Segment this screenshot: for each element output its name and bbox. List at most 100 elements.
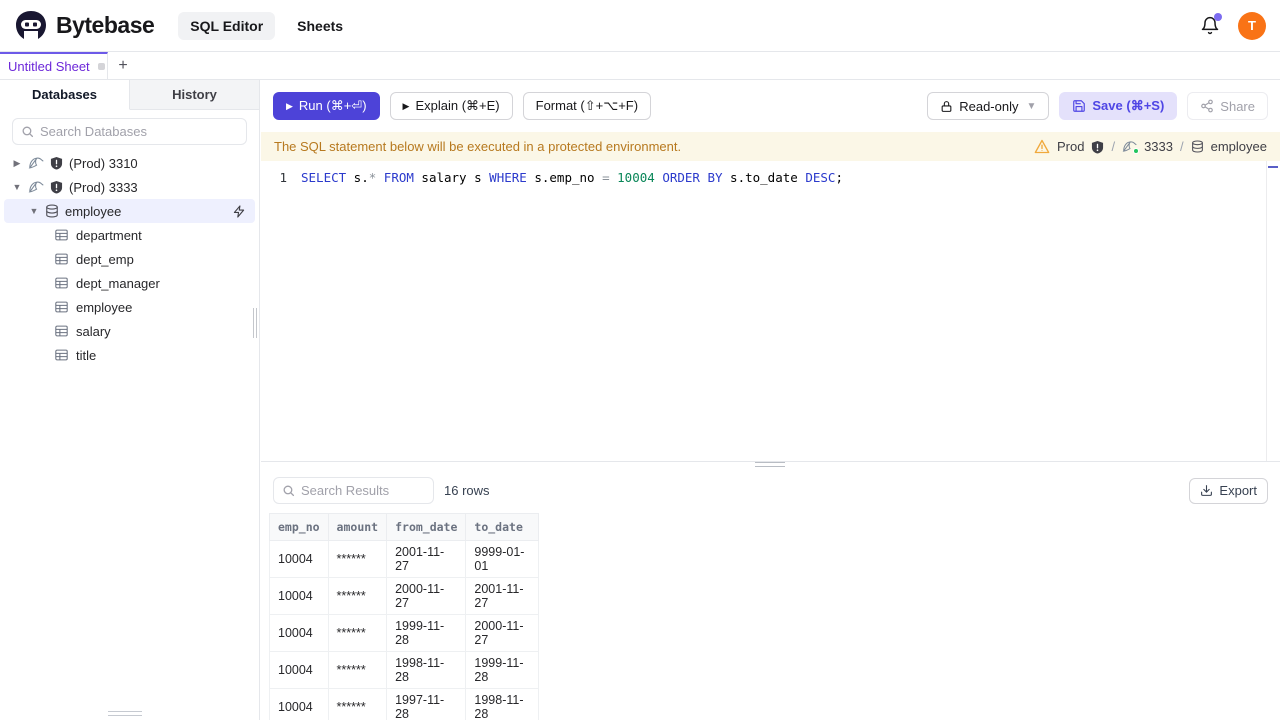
readonly-mode-button[interactable]: Read-only ▼: [927, 92, 1050, 120]
database-label: employee: [65, 203, 122, 219]
database-employee[interactable]: ▼ employee: [4, 199, 255, 223]
sql-code-editor[interactable]: 1 SELECT s.* FROM salary s WHERE s.emp_n…: [261, 161, 1280, 462]
database-label[interactable]: employee: [1211, 139, 1267, 154]
table-item[interactable]: dept_manager: [0, 271, 259, 295]
table-item[interactable]: salary: [0, 319, 259, 343]
table-label: salary: [76, 323, 111, 339]
notifications-button[interactable]: [1200, 12, 1222, 36]
export-button[interactable]: Export: [1189, 477, 1268, 504]
table-label: dept_manager: [76, 275, 160, 291]
table-cell: 2001-11-27: [386, 540, 467, 578]
sidebar-hscrollbar[interactable]: [108, 711, 142, 716]
connection-breadcrumb: Prod / 3333 / employee: [1034, 139, 1267, 154]
connect-zap-icon[interactable]: [233, 204, 245, 218]
sidebar-resize-handle[interactable]: [252, 308, 258, 338]
table-cell: 10004: [269, 688, 329, 720]
table-item[interactable]: department: [0, 223, 259, 247]
sidebar: Databases History ▶: [0, 80, 260, 720]
table-row[interactable]: 10004 ****** 2001-11-27 9999-01-01: [269, 540, 540, 578]
table-label: dept_emp: [76, 251, 134, 267]
protected-environment-banner: The SQL statement below will be executed…: [261, 132, 1280, 161]
save-button[interactable]: Save (⌘+S): [1059, 92, 1178, 120]
results-toolbar: 16 rows Export: [261, 468, 1280, 513]
table-row[interactable]: 10004 ****** 1997-11-28 1998-11-28: [269, 688, 540, 720]
row-count: 16 rows: [444, 483, 490, 498]
caret-right-icon[interactable]: ▶: [12, 158, 22, 169]
table-icon: [55, 277, 68, 289]
instance-prod-3333[interactable]: ▼ (Prod) 3333: [0, 175, 259, 199]
column-header[interactable]: from_date: [386, 513, 467, 541]
search-icon: [21, 125, 34, 138]
table-cell: 1999-11-28: [386, 614, 467, 652]
sql-statement: SELECT s.* FROM salary s WHERE s.emp_no …: [301, 170, 843, 185]
bytebase-logo[interactable]: Bytebase: [14, 9, 155, 43]
table-icon: [55, 253, 68, 265]
chevron-down-icon: ▼: [1026, 100, 1037, 112]
table-icon: [55, 301, 68, 313]
line-number: 1: [279, 170, 287, 185]
environment-shield-icon: [50, 156, 63, 170]
unsaved-indicator: [97, 63, 105, 70]
tab-history[interactable]: History: [130, 80, 259, 110]
database-tree: ▶ (Prod) 3310 ▼ (Prod) 3333 ▼ employee d…: [0, 151, 259, 367]
table-label: employee: [76, 299, 133, 315]
results-search-input[interactable]: [301, 483, 425, 498]
table-label: title: [76, 347, 97, 363]
caret-down-icon[interactable]: ▼: [29, 206, 39, 216]
table-row[interactable]: 10004 ****** 2000-11-27 2001-11-27: [269, 577, 540, 615]
avatar[interactable]: T: [1238, 11, 1266, 40]
sheet-tab-untitled[interactable]: Untitled Sheet: [0, 52, 108, 79]
instance-prod-3310[interactable]: ▶ (Prod) 3310: [0, 151, 259, 175]
environment-shield-icon: [1091, 140, 1104, 154]
main-panel: ▶ Run (⌘+⏎) ▶ Explain (⌘+E) Format (⇧+⌥+…: [261, 80, 1280, 720]
format-button[interactable]: Format (⇧+⌥+F): [522, 92, 652, 120]
table-icon: [55, 325, 68, 337]
table-icon: [55, 349, 68, 361]
table-cell: 9999-01-01: [465, 540, 540, 578]
caret-down-icon[interactable]: ▼: [12, 182, 22, 192]
explain-button[interactable]: ▶ Explain (⌘+E): [389, 92, 513, 120]
table-item[interactable]: employee: [0, 295, 259, 319]
mysql-icon: [1122, 140, 1140, 154]
table-cell: 10004: [269, 651, 329, 689]
top-header: Bytebase SQL Editor Sheets T: [0, 0, 1280, 52]
database-icon: [1191, 140, 1204, 153]
banner-message: The SQL statement below will be executed…: [274, 139, 682, 154]
bytebase-sql-editor: Bytebase SQL Editor Sheets T Untitled Sh…: [0, 0, 1280, 720]
table-cell: 2001-11-27: [465, 577, 540, 615]
database-search[interactable]: [12, 118, 247, 145]
share-icon: [1200, 99, 1214, 113]
table-cell: 10004: [269, 614, 329, 652]
instance-label[interactable]: 3333: [1144, 139, 1173, 154]
nav-sql-editor[interactable]: SQL Editor: [178, 11, 276, 40]
top-nav: SQL Editor Sheets: [178, 11, 355, 40]
table-cell: 10004: [269, 577, 329, 615]
brand-name: Bytebase: [56, 12, 155, 38]
table-item[interactable]: dept_emp: [0, 247, 259, 271]
share-button[interactable]: Share: [1187, 92, 1268, 120]
table-item[interactable]: title: [0, 343, 259, 367]
table-cell: 1997-11-28: [386, 688, 467, 720]
table-row[interactable]: 10004 ****** 1999-11-28 2000-11-27: [269, 614, 540, 652]
database-search-input[interactable]: [40, 124, 238, 139]
results-table: emp_no amount from_date to_date 10004 ******…: [269, 513, 540, 720]
tab-databases[interactable]: Databases: [0, 80, 130, 110]
table-cell: ******: [327, 688, 388, 720]
instance-label: (Prod) 3310: [69, 155, 138, 171]
table-cell: 1999-11-28: [465, 651, 540, 689]
results-resize-handle[interactable]: [261, 462, 1280, 468]
nav-sheets[interactable]: Sheets: [285, 12, 355, 40]
save-icon: [1072, 99, 1086, 113]
connection-status-dot: [1133, 148, 1140, 154]
results-header-row: emp_no amount from_date to_date: [269, 513, 540, 541]
run-button[interactable]: ▶ Run (⌘+⏎): [273, 92, 380, 120]
column-header[interactable]: to_date: [465, 513, 540, 541]
results-search[interactable]: [273, 477, 434, 504]
add-sheet-button[interactable]: +: [108, 52, 138, 79]
editor-scrollbar[interactable]: [1266, 161, 1280, 461]
table-list: department dept_emp dept_manager employe…: [0, 223, 259, 367]
table-row[interactable]: 10004 ****** 1998-11-28 1999-11-28: [269, 651, 540, 689]
table-icon: [55, 229, 68, 241]
column-header[interactable]: amount: [327, 513, 388, 541]
column-header[interactable]: emp_no: [269, 513, 329, 541]
